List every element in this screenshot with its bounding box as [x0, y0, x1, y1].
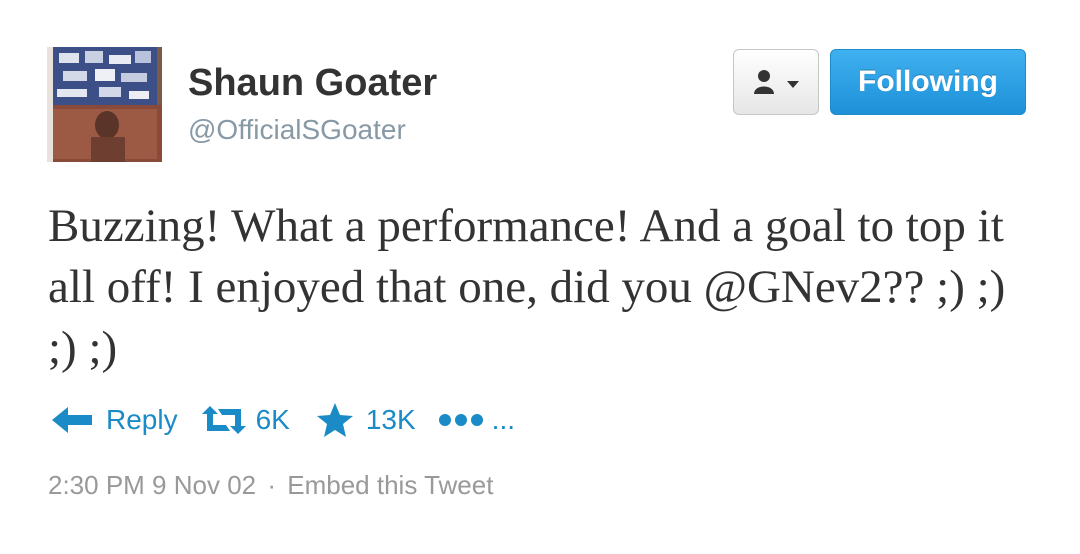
display-name[interactable]: Shaun Goater	[188, 62, 437, 105]
retweet-action[interactable]: 6K	[200, 404, 290, 436]
retweet-count: 6K	[255, 404, 290, 435]
tweet-actions: Reply 6K 13K ...	[50, 398, 515, 442]
user-actions-dropdown-button[interactable]	[733, 49, 819, 115]
retweet-icon	[201, 406, 246, 434]
meta-separator: ·	[267, 470, 277, 500]
following-button[interactable]: Following	[830, 49, 1026, 115]
more-dots-icon	[438, 414, 483, 426]
more-action[interactable]: ...	[438, 404, 515, 436]
embed-tweet-link[interactable]: Embed this Tweet	[287, 470, 493, 500]
caret-down-icon	[787, 81, 799, 88]
favorite-action[interactable]: 13K	[316, 402, 416, 438]
reply-label: Reply	[106, 404, 178, 435]
tweet-timestamp[interactable]: 2:30 PM 9 Nov 02	[48, 470, 256, 500]
tweet-card: Shaun Goater @OfficialSGoater Following …	[0, 0, 1080, 554]
tweet-text: Buzzing! What a performance! And a goal …	[48, 200, 1006, 374]
reply-action[interactable]: Reply	[50, 404, 178, 436]
favorite-count: 13K	[365, 404, 416, 435]
star-icon	[316, 403, 353, 437]
tweet-meta: 2:30 PM 9 Nov 02 · Embed this Tweet	[48, 470, 493, 501]
user-handle[interactable]: @OfficialSGoater	[188, 114, 406, 146]
avatar[interactable]	[47, 47, 162, 162]
reply-icon	[52, 407, 92, 433]
more-label: ...	[491, 404, 516, 435]
avatar-image	[47, 47, 162, 162]
